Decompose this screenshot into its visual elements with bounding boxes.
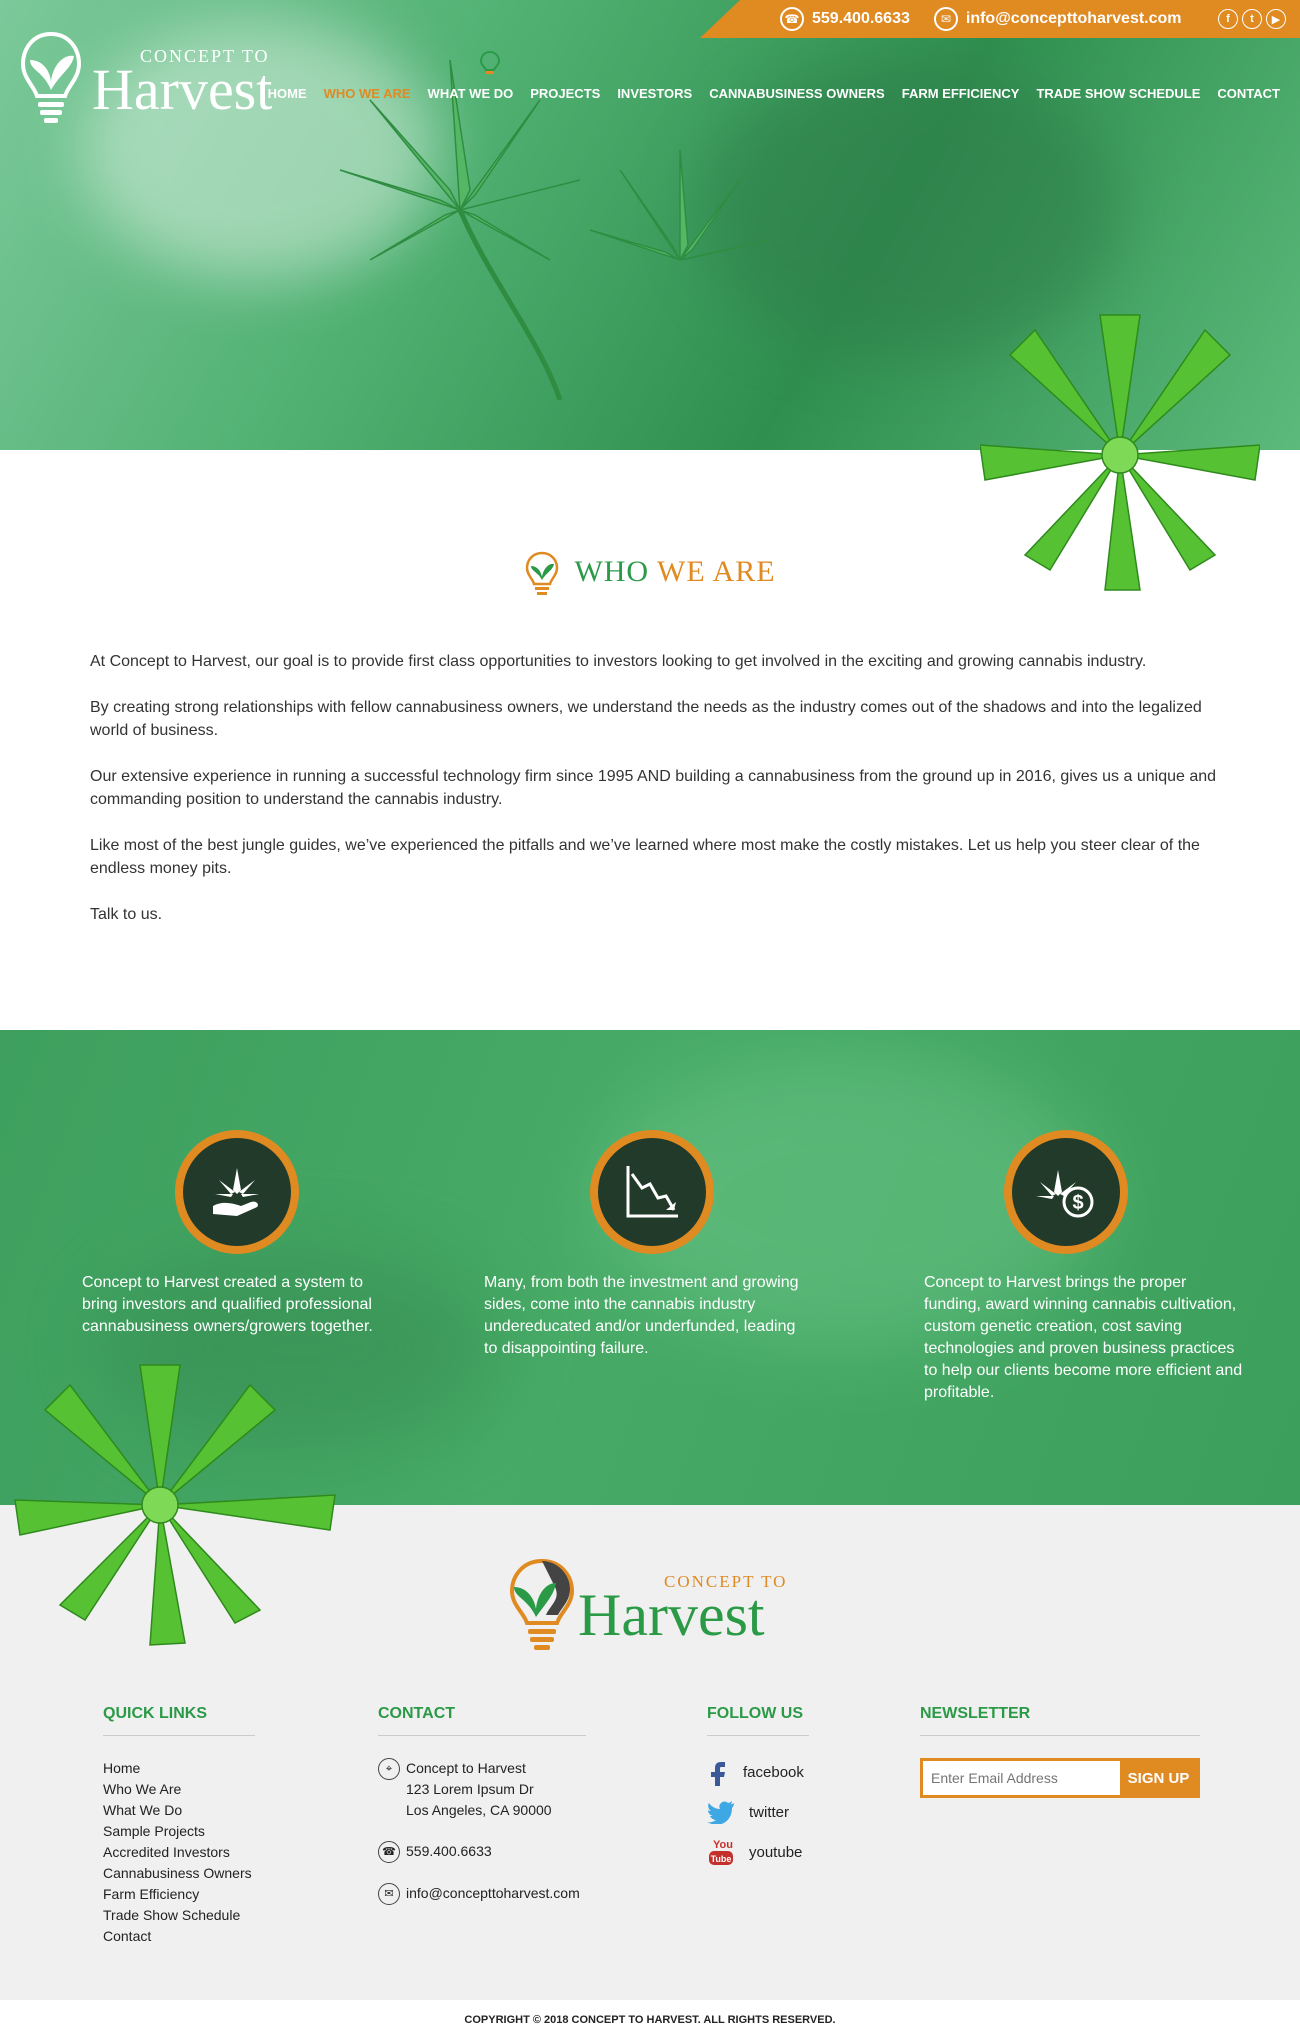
contact-column: CONTACT ⌖ Concept to Harvest 123 Lorem I… bbox=[378, 1705, 586, 1925]
title-part-orange: WE ARE bbox=[657, 554, 776, 588]
footer-email[interactable]: ✉ info@concepttoharvest.com bbox=[378, 1883, 586, 1905]
phone-icon: ☎ bbox=[780, 7, 804, 31]
newsletter-column: NEWSLETTER SIGN UP bbox=[920, 1705, 1200, 1798]
feature-icon-ring bbox=[590, 1130, 714, 1254]
phone-number: 559.400.6633 bbox=[812, 10, 910, 28]
twitter-icon bbox=[707, 1801, 734, 1824]
feature-item: $ Concept to Harvest brings the proper f… bbox=[924, 1130, 1244, 1404]
footer-logo[interactable]: CONCEPT TO Harvest bbox=[506, 1555, 787, 1655]
youtube-icon[interactable]: ▶ bbox=[1266, 9, 1286, 29]
quick-links-column: QUICK LINKS Home Who We Are What We Do S… bbox=[103, 1705, 255, 1947]
nav-projects[interactable]: PROJECTS bbox=[530, 86, 600, 101]
feature-icon-ring bbox=[175, 1130, 299, 1254]
site-logo[interactable]: CONCEPT TO Harvest bbox=[20, 30, 272, 128]
svg-text:You: You bbox=[713, 1839, 733, 1851]
contact-heading: CONTACT bbox=[378, 1705, 586, 1736]
follow-twitter[interactable]: twitter bbox=[707, 1798, 809, 1826]
bulb-icon bbox=[526, 551, 559, 595]
newsletter-form: SIGN UP bbox=[920, 1758, 1200, 1798]
nav-who-we-are[interactable]: WHO WE ARE bbox=[324, 86, 411, 101]
newsletter-heading: NEWSLETTER bbox=[920, 1705, 1200, 1736]
svg-text:Tube: Tube bbox=[711, 1854, 732, 1864]
email-address: info@concepttoharvest.com bbox=[965, 10, 1182, 28]
nav-farm-efficiency[interactable]: FARM EFFICIENCY bbox=[902, 86, 1020, 101]
brand-big-text: Harvest bbox=[92, 56, 273, 122]
about-paragraph: At Concept to Harvest, our goal is to pr… bbox=[90, 653, 1147, 670]
feature-item: Concept to Harvest created a system to b… bbox=[82, 1130, 402, 1338]
feature-icon-ring: $ bbox=[1004, 1130, 1128, 1254]
follow-column: FOLLOW US facebook twitter You Tube yout… bbox=[707, 1705, 809, 1878]
nav-what-we-do[interactable]: WHAT WE DO bbox=[428, 86, 514, 101]
bulb-logo-icon bbox=[509, 1558, 575, 1650]
copyright-text: COPYRIGHT © 2018 CONCEPT TO HARVEST. ALL… bbox=[0, 2000, 1300, 2040]
address-line: Los Angeles, CA 90000 bbox=[406, 1802, 552, 1818]
twitter-icon[interactable]: t bbox=[1242, 9, 1262, 29]
quick-link-what-we-do[interactable]: What We Do bbox=[103, 1800, 255, 1821]
nav-investors[interactable]: INVESTORS bbox=[617, 86, 692, 101]
newsletter-email-input[interactable] bbox=[923, 1761, 1120, 1795]
declining-chart-icon bbox=[626, 1166, 678, 1218]
follow-label: twitter bbox=[749, 1803, 790, 1821]
follow-label: youtube bbox=[749, 1843, 803, 1861]
footer-phone[interactable]: ☎ 559.400.6633 bbox=[378, 1841, 586, 1863]
youtube-icon: You Tube bbox=[709, 1839, 733, 1865]
quick-links-heading: QUICK LINKS bbox=[103, 1705, 255, 1736]
mail-icon: ✉ bbox=[933, 7, 958, 31]
follow-youtube[interactable]: You Tube youtube bbox=[707, 1838, 809, 1866]
nav-contact[interactable]: CONTACT bbox=[1217, 86, 1280, 101]
quick-link-contact[interactable]: Contact bbox=[103, 1926, 255, 1947]
address-block: ⌖ Concept to Harvest 123 Lorem Ipsum Dr … bbox=[378, 1758, 586, 1821]
about-paragraph: By creating strong relationships with fe… bbox=[90, 699, 1202, 739]
follow-facebook[interactable]: facebook bbox=[707, 1758, 809, 1786]
feature-text: Concept to Harvest created a system to b… bbox=[82, 1274, 373, 1335]
facebook-icon[interactable]: f bbox=[1218, 9, 1238, 29]
svg-text:$: $ bbox=[1072, 1192, 1083, 1214]
quick-link-sample-projects[interactable]: Sample Projects bbox=[103, 1821, 255, 1842]
address-name: Concept to Harvest bbox=[406, 1760, 526, 1776]
hand-leaf-icon bbox=[213, 1168, 259, 1216]
nav-cannabusiness-owners[interactable]: CANNABUSINESS OWNERS bbox=[709, 86, 885, 101]
feature-text: Concept to Harvest brings the proper fun… bbox=[924, 1274, 1243, 1401]
footer-phone-number: 559.400.6633 bbox=[406, 1843, 492, 1859]
feature-item: Many, from both the investment and growi… bbox=[484, 1130, 804, 1360]
cannabis-leaf-image bbox=[980, 314, 1260, 591]
about-paragraph: Like most of the best jungle guides, we’… bbox=[90, 837, 1200, 877]
bulb-logo-icon bbox=[20, 31, 82, 123]
cannabis-leaf-image bbox=[14, 1364, 336, 1646]
email-contact[interactable]: ✉ info@concepttoharvest.com bbox=[933, 7, 1182, 31]
active-nav-marker-icon bbox=[480, 50, 500, 74]
mail-icon: ✉ bbox=[378, 1883, 400, 1905]
address-line: 123 Lorem Ipsum Dr bbox=[406, 1781, 534, 1797]
main-nav: HOME WHO WE ARE WHAT WE DO PROJECTS INVE… bbox=[268, 86, 1280, 101]
leaf-dollar-icon: $ bbox=[1036, 1170, 1094, 1218]
follow-heading: FOLLOW US bbox=[707, 1705, 809, 1736]
nav-home[interactable]: HOME bbox=[268, 86, 307, 101]
quick-link-home[interactable]: Home bbox=[103, 1758, 255, 1779]
feature-text: Many, from both the investment and growi… bbox=[484, 1274, 799, 1357]
quick-link-who-we-are[interactable]: Who We Are bbox=[103, 1779, 255, 1800]
signup-button[interactable]: SIGN UP bbox=[1120, 1761, 1197, 1795]
facebook-icon bbox=[711, 1762, 725, 1786]
follow-label: facebook bbox=[743, 1763, 804, 1781]
about-paragraph: Our extensive experience in running a su… bbox=[90, 768, 1217, 808]
about-paragraph: Talk to us. bbox=[90, 906, 163, 923]
footer-brand-big: Harvest bbox=[578, 1582, 765, 1648]
nav-trade-show-schedule[interactable]: TRADE SHOW SCHEDULE bbox=[1036, 86, 1200, 101]
phone-contact[interactable]: ☎ 559.400.6633 bbox=[780, 7, 910, 31]
quick-link-cannabusiness-owners[interactable]: Cannabusiness Owners bbox=[103, 1863, 255, 1884]
phone-icon: ☎ bbox=[378, 1841, 400, 1863]
quick-link-accredited-investors[interactable]: Accredited Investors bbox=[103, 1842, 255, 1863]
about-text: At Concept to Harvest, our goal is to pr… bbox=[90, 650, 1220, 949]
social-icons: f t ▶ bbox=[1218, 9, 1286, 29]
map-pin-icon: ⌖ bbox=[378, 1758, 400, 1780]
contact-topbar: ☎ 559.400.6633 ✉ info@concepttoharvest.com… bbox=[700, 0, 1300, 38]
quick-link-farm-efficiency[interactable]: Farm Efficiency bbox=[103, 1884, 255, 1905]
footer-email-address: info@concepttoharvest.com bbox=[406, 1885, 580, 1901]
title-part-green: WHO bbox=[574, 554, 658, 588]
quick-link-trade-show-schedule[interactable]: Trade Show Schedule bbox=[103, 1905, 255, 1926]
